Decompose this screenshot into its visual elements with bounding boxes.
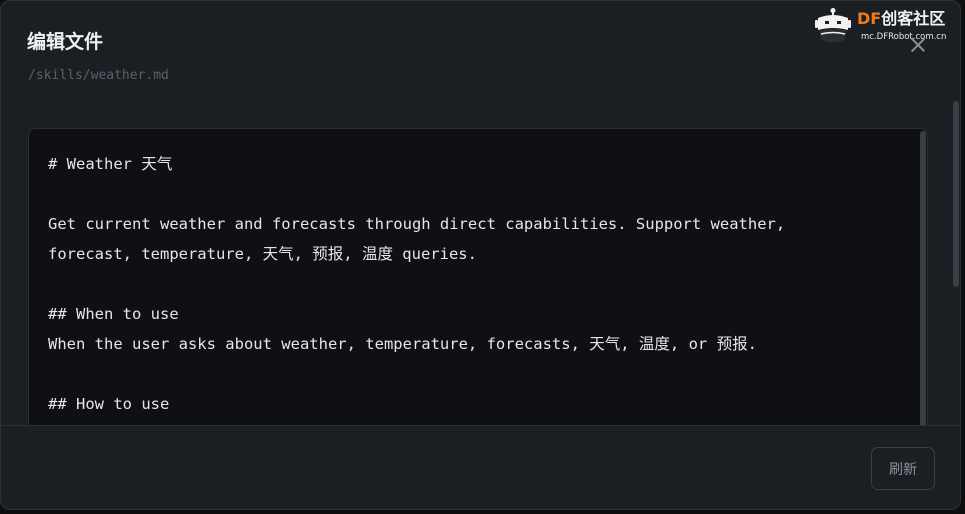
editor-line: forecast, temperature, 天气, 预报, 温度 querie… <box>48 245 477 263</box>
editor-content[interactable]: # Weather 天气 Get current weather and fore… <box>29 129 927 449</box>
file-path: /skills/weather.md <box>28 68 169 83</box>
robot-logo-icon <box>815 8 851 43</box>
editor-line: When the user asks about weather, temper… <box>48 335 757 353</box>
edit-file-dialog: 编辑文件 /skills/weather.md DF创客社区 mc.DFRobo… <box>0 0 961 510</box>
watermark-url: mc.DFRobot.com.cn <box>861 32 947 42</box>
editor-line: ## When to use <box>48 305 179 323</box>
dialog-scrollbar[interactable] <box>953 101 959 287</box>
editor-scrollbar[interactable] <box>920 131 926 457</box>
editor-line: ## How to use <box>48 395 170 413</box>
editor-line: Get current weather and forecasts throug… <box>48 215 786 233</box>
watermark-brand: DF创客社区 <box>857 9 946 28</box>
editor-line: # Weather 天气 <box>48 155 173 173</box>
watermark-logo: DF创客社区 mc.DFRobot.com.cn <box>813 7 953 47</box>
dialog-title: 编辑文件 <box>27 31 104 53</box>
dialog-footer: 刷新 <box>1 425 960 509</box>
refresh-button[interactable]: 刷新 <box>871 447 935 490</box>
file-editor[interactable]: # Weather 天气 Get current weather and fore… <box>28 128 928 458</box>
